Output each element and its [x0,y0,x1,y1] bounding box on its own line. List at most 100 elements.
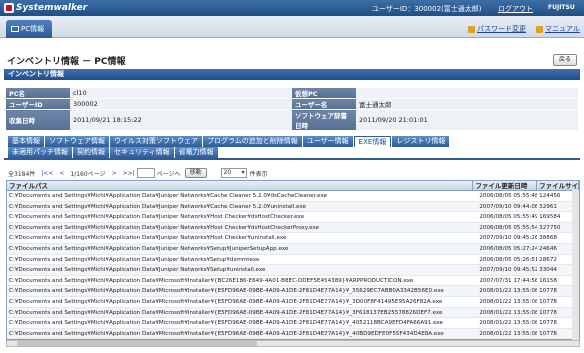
tab-item[interactable]: プログラムの追加と削除情報 [203,136,302,147]
info-label: ユーザーID [6,98,70,110]
table-row[interactable]: C:¥Documents and Settings¥Michi¥Applicat… [7,297,579,308]
table-row[interactable]: C:¥Documents and Settings¥Michi¥Applicat… [7,276,579,287]
cell-file-path: C:¥Documents and Settings¥Michi¥Applicat… [9,288,444,295]
cell-file-path: C:¥Documents and Settings¥Michi¥Applicat… [9,245,289,252]
cell-file-path: C:¥Documents and Settings¥Michi¥Applicat… [9,214,305,221]
vertical-scrollbar[interactable] [572,190,579,340]
book-icon [536,25,543,33]
tab-item[interactable]: 基本情報 [8,136,44,147]
table-row[interactable]: C:¥Documents and Settings¥Michi¥Applicat… [7,255,579,266]
inventory-info-table: PC名 cl10 仮想PC ユーザーID 300002 ユーザー名 富士通太郎 収集日時 201… [6,88,578,131]
page-title: インベントリ情報 － PC情報 [7,57,126,67]
cell-file-path: C:¥Documents and Settings¥Michi¥Applicat… [9,256,260,263]
table-row[interactable]: C:¥Documents and Settings¥Michi¥Applicat… [7,191,579,202]
cell-file-date: 2006/08/05 05:55:49 [479,214,538,221]
tab-row-1: 基本情報 ソフトウェア情報 ウイルス対策ソフトウェア プログラムの追加と削除情報 ユーザ… [8,136,580,147]
table-row[interactable]: C:¥Documents and Settings¥Michi¥Applicat… [7,286,579,297]
cell-file-date: 2007/09/10 09:45:52 [479,267,538,274]
tab-item[interactable]: ソフトウェア情報 [45,136,109,147]
info-value: 300002 [70,98,292,110]
cell-file-path: C:¥Documents and Settings¥Michi¥Applicat… [9,298,443,305]
cell-file-path: C:¥Documents and Settings¥Michi¥Applicat… [9,235,287,242]
horizontal-scrollbar[interactable] [6,340,580,347]
fujitsu-logo: FUJITSU [548,4,575,11]
cell-file-path: C:¥Documents and Settings¥Michi¥Applicat… [9,320,443,327]
last-page-link[interactable]: >>| [123,170,135,177]
cell-file-date: 2007/09/10 09:44:08 [479,203,538,210]
manual-link[interactable]: マニュアル [536,24,580,34]
tab-item[interactable]: ユーザー情報 [302,136,353,147]
table-row[interactable]: C:¥Documents and Settings¥Michi¥Applicat… [7,307,579,319]
tab-pc-info[interactable]: PC情報 [6,20,52,38]
tab-item[interactable]: 未適用パッチ情報 [8,147,72,158]
tab-item[interactable]: EXE情報 [353,136,392,147]
table-row[interactable]: C:¥Documents and Settings¥Michi¥Applicat… [7,212,579,223]
cell-file-path: C:¥Documents and Settings¥Michi¥Applicat… [9,203,306,210]
cell-file-date: 2008/01/22 13:55:08 [479,330,538,337]
table-row[interactable]: C:¥Documents and Settings¥Michi¥Applicat… [7,318,579,329]
column-file-path[interactable]: ファイルパス [7,181,474,190]
top-bar: Systemwalker ユーザーID：300002(富士通太郎) ログアウト … [0,0,584,16]
page-suffix: ページへ [156,170,181,178]
cell-file-path: C:¥Documents and Settings¥Michi¥Applicat… [9,309,443,316]
table-row[interactable]: C:¥Documents and Settings¥Michi¥Applicat… [7,222,579,234]
monitor-icon [11,26,19,32]
cell-file-date: 2007/07/31 17:44:56 [479,277,538,284]
column-file-date[interactable]: ファイル更新日時 [473,181,538,190]
table-row[interactable]: C:¥Documents and Settings¥Michi¥Applicat… [7,243,579,255]
info-label: ソフトウェア辞書日時 [292,109,356,131]
prev-page-link[interactable]: < [59,170,64,177]
column-file-size[interactable]: ファイルサイ [537,181,579,190]
per-page-suffix: 件表示 [249,170,268,178]
info-label: 仮想PC [292,88,356,99]
cell-file-path: C:¥Documents and Settings¥Michi¥Applicat… [9,193,328,199]
exe-grid: ファイルパス ファイル更新日時 ファイルサイ C:¥Documents and … [6,180,580,340]
cell-file-date: 2007/09/10 09:45:26 [479,235,538,242]
tab-underline [4,158,580,160]
info-value [356,88,578,99]
scroll-thumb[interactable] [17,341,257,346]
info-label: ユーザー名 [292,98,356,110]
info-label: 収集日時 [6,109,70,131]
move-button[interactable]: 移動 [184,168,207,178]
back-button[interactable]: 戻る [553,54,577,66]
cell-file-path: C:¥Documents and Settings¥Michi¥Applicat… [9,267,266,274]
key-icon [468,25,475,33]
tab-pc-info-label: PC情報 [21,25,45,33]
page-number-input[interactable] [136,168,155,178]
tab-item[interactable]: 省電力情報 [174,147,218,158]
pager: 全3184件 |<< < 1/160ページ > >>| ページへ 移動 20 件… [8,167,568,179]
tab-item[interactable]: ウイルス対策ソフトウェア [110,136,202,147]
next-page-link[interactable]: > [112,170,117,177]
cell-file-date: 2006/08/05 05:26:51 [479,256,538,263]
info-value: 2011/09/20 21:01:01 [356,109,578,131]
tab-item[interactable]: セキュリティ情報 [110,147,174,158]
cell-file-date: 2008/01/22 13:55:08 [479,309,538,316]
table-row[interactable]: C:¥Documents and Settings¥Michi¥Applicat… [7,265,579,276]
password-change-link[interactable]: パスワード変更 [468,24,526,34]
tab-item[interactable]: 契約情報 [73,147,109,158]
brand: Systemwalker [4,3,87,13]
tab-row-2: 未適用パッチ情報 契約情報 セキュリティ情報 省電力情報 [8,147,580,158]
first-page-link[interactable]: |<< [41,170,53,177]
cell-file-path: C:¥Documents and Settings¥Michi¥Applicat… [9,277,414,284]
per-page-select[interactable]: 20 [220,168,247,178]
logout-link[interactable]: ログアウト [498,4,533,14]
section-header: インベントリ情報 [4,69,580,80]
cell-file-date: 2006/08/05 05:55:54 [479,224,538,231]
table-row[interactable]: C:¥Documents and Settings¥Michi¥Applicat… [7,233,579,244]
cell-file-date: 2008/01/22 13:55:08 [479,298,538,305]
sub-bar: PC情報 パスワード変更 マニュアル [0,16,584,38]
info-row: PC名 cl10 仮想PC [6,88,578,99]
grid-header: ファイルパス ファイル更新日時 ファイルサイ [7,181,579,191]
table-row[interactable]: C:¥Documents and Settings¥Michi¥Applicat… [7,328,579,339]
grid-body: C:¥Documents and Settings¥Michi¥Applicat… [7,191,579,339]
manual-label: マニュアル [545,25,580,33]
table-row[interactable]: C:¥Documents and Settings¥Michi¥Applicat… [7,201,579,213]
brand-name: Systemwalker [16,3,88,13]
cell-file-path: C:¥Documents and Settings¥Michi¥Applicat… [9,330,444,337]
info-tabs: 基本情報 ソフトウェア情報 ウイルス対策ソフトウェア プログラムの追加と削除情報 ユーザ… [8,136,580,158]
cell-file-date: 2006/08/05 05:55:48 [479,193,538,199]
cell-file-date: 2006/08/05 05:27:24 [479,245,538,252]
tab-item[interactable]: レジストリ情報 [392,136,450,147]
